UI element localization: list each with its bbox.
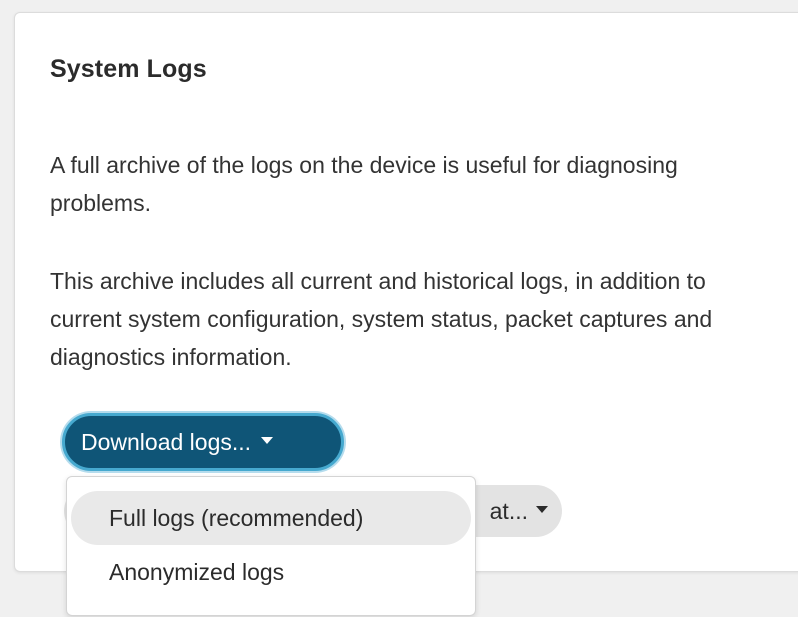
page: System Logs A full archive of the logs o… bbox=[0, 0, 798, 617]
format-button-label: at... bbox=[489, 497, 528, 524]
menu-item-anonymized-logs[interactable]: Anonymized logs bbox=[71, 545, 471, 599]
menu-item-full-logs[interactable]: Full logs (recommended) bbox=[71, 491, 471, 545]
caret-down-icon bbox=[261, 436, 274, 444]
description-paragraph-2: This archive includes all current and hi… bbox=[50, 268, 713, 370]
card-title: System Logs bbox=[50, 55, 207, 83]
download-logs-label: Download logs... bbox=[81, 428, 252, 455]
caret-down-icon bbox=[536, 505, 548, 513]
description-paragraph-1: A full archive of the logs on the device… bbox=[50, 152, 678, 216]
menu-item-label: Full logs (recommended) bbox=[109, 504, 364, 531]
download-logs-menu: Full logs (recommended) Anonymized logs bbox=[66, 476, 476, 616]
menu-item-label: Anonymized logs bbox=[109, 558, 285, 585]
download-logs-button[interactable]: Download logs... bbox=[62, 413, 344, 471]
